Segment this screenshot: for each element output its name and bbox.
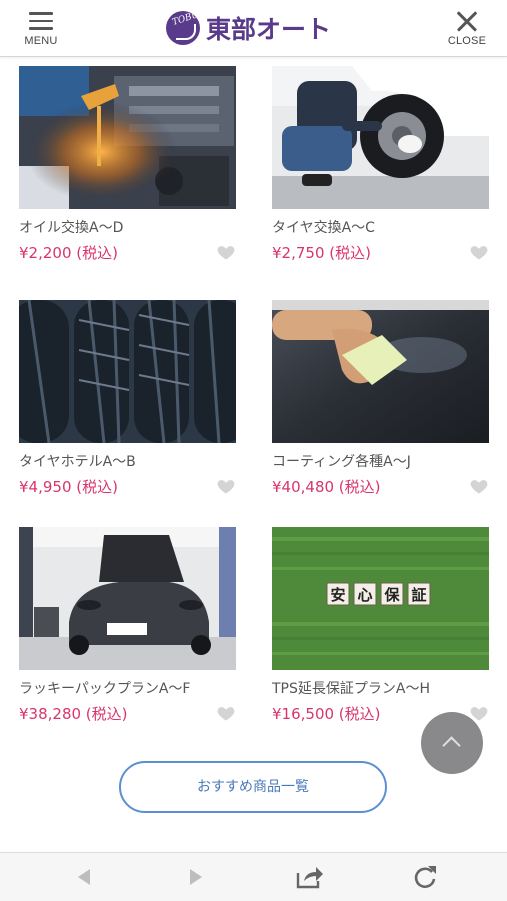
close-label: CLOSE	[447, 35, 487, 47]
favorite-heart-icon[interactable]	[216, 476, 236, 496]
favorite-heart-icon[interactable]	[469, 242, 489, 262]
close-button[interactable]: CLOSE	[445, 10, 489, 50]
product-card[interactable]: オイル交換A〜D ¥2,200 (税込)	[19, 66, 236, 266]
app-header: MENU TOBU 東部オート CLOSE	[0, 0, 507, 57]
warranty-block-1: 安	[330, 586, 345, 604]
recommended-products-button[interactable]: おすすめ商品一覧	[119, 761, 387, 813]
product-card[interactable]: タイヤホテルA〜B ¥4,950 (税込)	[19, 300, 236, 500]
product-title[interactable]: オイル交換A〜D	[19, 217, 236, 237]
product-title[interactable]: タイヤホテルA〜B	[19, 451, 236, 471]
product-card[interactable]: コーティング各種A〜J ¥40,480 (税込)	[272, 300, 489, 500]
product-image-tire-change[interactable]	[272, 66, 489, 209]
browser-toolbar	[0, 852, 507, 901]
hamburger-icon	[29, 12, 53, 30]
product-price: ¥2,200 (税込)	[19, 244, 118, 262]
product-image-car-coating[interactable]	[272, 300, 489, 443]
product-title[interactable]: タイヤ交換A〜C	[272, 217, 489, 237]
product-title[interactable]: コーティング各種A〜J	[272, 451, 489, 471]
forward-arrow-icon[interactable]	[180, 863, 210, 891]
site-logo[interactable]: TOBU 東部オート	[166, 10, 331, 46]
product-price: ¥40,480 (税込)	[272, 478, 381, 496]
product-card[interactable]: ラッキーパックプランA〜F ¥38,280 (税込)	[19, 527, 236, 727]
logo-text: 東部オート	[206, 15, 332, 44]
close-icon	[456, 10, 478, 32]
back-arrow-icon[interactable]	[70, 863, 100, 891]
product-image-engine-oil[interactable]	[19, 66, 236, 209]
product-card[interactable]: 安 心 保 証 TPS延長保証プランA〜H ¥16,500 (税込)	[272, 527, 489, 727]
product-image-car-garage[interactable]	[19, 527, 236, 670]
warranty-block-3: 保	[383, 586, 400, 604]
product-price: ¥4,950 (税込)	[19, 478, 118, 496]
product-title[interactable]: TPS延長保証プランA〜H	[272, 678, 489, 698]
product-card[interactable]: タイヤ交換A〜C ¥2,750 (税込)	[272, 66, 489, 266]
reload-icon[interactable]	[410, 863, 440, 891]
chevron-up-icon	[442, 736, 461, 755]
product-price: ¥38,280 (税込)	[19, 705, 128, 723]
warranty-block-2: 心	[357, 586, 372, 604]
product-price: ¥2,750 (税込)	[272, 244, 371, 262]
product-image-tire-tread[interactable]	[19, 300, 236, 443]
warranty-block-4: 証	[411, 586, 426, 604]
menu-label: MENU	[24, 34, 58, 47]
favorite-heart-icon[interactable]	[469, 476, 489, 496]
logo-mark-icon: TOBU	[166, 11, 200, 45]
share-icon[interactable]	[294, 863, 324, 891]
menu-button[interactable]: MENU	[22, 10, 60, 50]
product-title[interactable]: ラッキーパックプランA〜F	[19, 678, 236, 698]
product-image-warranty[interactable]: 安 心 保 証	[272, 527, 489, 670]
product-price: ¥16,500 (税込)	[272, 705, 381, 723]
favorite-heart-icon[interactable]	[216, 703, 236, 723]
scroll-to-top-button[interactable]	[421, 712, 483, 774]
favorite-heart-icon[interactable]	[216, 242, 236, 262]
